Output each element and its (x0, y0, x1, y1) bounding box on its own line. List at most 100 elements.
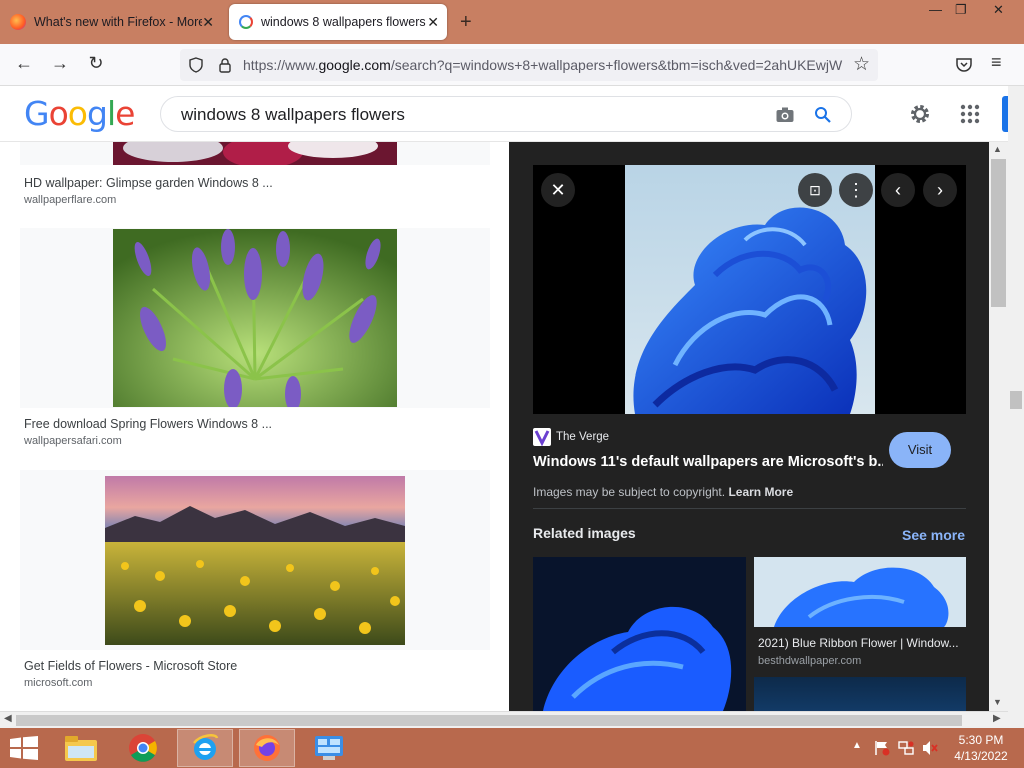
previous-image-icon[interactable]: ‹ (881, 173, 915, 207)
control-panel-icon (315, 736, 343, 760)
restore-button[interactable]: ❐ (955, 2, 967, 18)
related-source[interactable]: besthdwallpaper.com (758, 655, 861, 667)
windows-taskbar: ▲ 5:30 PM 4/13/2022 (0, 728, 1024, 768)
related-caption[interactable]: 2021) Blue Ribbon Flower | Window... (758, 636, 966, 650)
result-title[interactable]: Free download Spring Flowers Windows 8 .… (24, 417, 272, 431)
apps-grid-icon[interactable] (960, 104, 980, 124)
image-results-list: HD wallpaper: Glimpse garden Windows 8 .… (0, 142, 509, 711)
camera-icon[interactable] (775, 106, 795, 124)
related-image-1[interactable] (533, 557, 746, 711)
action-center-flag-icon[interactable] (874, 740, 890, 756)
bookmark-star-icon[interactable]: ☆ (853, 53, 870, 76)
address-bar[interactable]: https://www.google.com/search?q=windows+… (180, 49, 878, 81)
search-input[interactable]: windows 8 wallpapers flowers (181, 105, 405, 125)
minimize-button[interactable]: — (929, 2, 942, 17)
lens-search-icon[interactable]: ⊡ (798, 173, 832, 207)
folder-icon (65, 736, 97, 761)
shield-icon (189, 57, 203, 73)
sunflower-field-thumbnail-image (105, 476, 405, 645)
search-icon[interactable] (814, 106, 832, 124)
page-scroll-thumb[interactable] (1010, 391, 1022, 409)
result-thumbnail[interactable] (20, 228, 490, 408)
result-source[interactable]: microsoft.com (24, 677, 92, 689)
see-more-link[interactable]: See more (902, 527, 965, 543)
related-images-heading: Related images (533, 525, 636, 541)
result-source[interactable]: wallpaperflare.com (24, 194, 116, 206)
url-text: https://www.google.com/search?q=windows+… (243, 57, 847, 73)
tab-title: What's new with Firefox - More (34, 15, 203, 29)
logo-letter: l (106, 94, 116, 133)
taskbar-control-panel[interactable] (301, 729, 357, 767)
logo-letter: o (48, 94, 69, 133)
visit-button[interactable]: Visit (889, 432, 951, 468)
google-logo[interactable]: Google (24, 94, 135, 133)
preview-image-frame: ✕ ⊡ ⋮ ‹ › (533, 165, 966, 414)
image-preview-panel: ✕ ⊡ ⋮ ‹ › The Verge Windows 11's default… (509, 142, 989, 711)
result-thumbnail[interactable] (20, 142, 490, 165)
learn-more-link[interactable]: Learn More (728, 485, 793, 499)
scroll-down-arrow[interactable]: ▼ (993, 697, 1002, 707)
clock-time: 5:30 PM (958, 733, 1004, 747)
close-tab-icon[interactable]: ✕ (427, 14, 439, 31)
system-clock[interactable]: 5:30 PM 4/13/2022 (944, 732, 1018, 764)
h-scroll-thumb[interactable] (16, 715, 962, 726)
horizontal-scrollbar[interactable]: ◀ ▶ (0, 711, 1008, 728)
result-title[interactable]: Get Fields of Flowers - Microsoft Store (24, 659, 237, 673)
forward-arrow-icon[interactable]: → (48, 53, 72, 74)
new-tab-button[interactable]: + (460, 11, 472, 34)
logo-letter: e (115, 94, 135, 133)
settings-gear-icon[interactable] (908, 102, 932, 126)
screen: What's new with Firefox - More ✕ windows… (0, 0, 1024, 768)
google-header: Google windows 8 wallpapers flowers (0, 86, 1008, 142)
panel-scrollbar[interactable]: ▲ ▼ (989, 142, 1008, 711)
next-image-icon[interactable]: › (923, 173, 957, 207)
volume-muted-icon[interactable] (922, 740, 938, 756)
tab-title: windows 8 wallpapers flowers - (261, 15, 426, 29)
more-options-icon[interactable]: ⋮ (839, 173, 873, 207)
back-arrow-icon[interactable]: ← (12, 53, 36, 74)
lock-icon (219, 58, 231, 73)
tab-firefox-whats-new[interactable]: What's new with Firefox - More ✕ (0, 0, 222, 44)
tab-google-search[interactable]: windows 8 wallpapers flowers - ✕ (229, 4, 447, 40)
related-image-3[interactable] (754, 677, 966, 711)
result-source[interactable]: wallpapersafari.com (24, 435, 122, 447)
firefox-icon (10, 14, 26, 30)
scroll-left-arrow[interactable]: ◀ (4, 713, 12, 724)
blue-ribbon-flower-image[interactable] (625, 165, 875, 414)
result-thumbnail[interactable] (20, 470, 490, 650)
logo-letter: o (67, 94, 88, 133)
taskbar-file-explorer[interactable] (53, 729, 109, 767)
flower-thumbnail-image (113, 142, 397, 165)
show-hidden-icons[interactable]: ▲ (852, 740, 862, 751)
close-tab-icon[interactable]: ✕ (202, 14, 214, 31)
close-window-button[interactable]: ✕ (993, 2, 1004, 18)
related-image-2[interactable] (754, 557, 966, 627)
scroll-right-arrow[interactable]: ▶ (993, 713, 1001, 724)
site-name[interactable]: The Verge (556, 431, 609, 443)
menu-icon[interactable]: ≡ (991, 52, 1002, 73)
scroll-thumb[interactable] (991, 159, 1006, 307)
reload-icon[interactable]: ↻ (84, 53, 108, 74)
result-title[interactable]: HD wallpaper: Glimpse garden Windows 8 .… (24, 176, 273, 190)
url-domain: google.com (318, 57, 391, 73)
windows-start-icon[interactable] (10, 736, 38, 760)
taskbar-firefox[interactable] (239, 729, 295, 767)
clock-date: 4/13/2022 (954, 749, 1008, 763)
taskbar-internet-explorer[interactable] (177, 729, 233, 767)
internet-explorer-icon (193, 734, 219, 760)
scroll-up-arrow[interactable]: ▲ (993, 144, 1002, 154)
network-icon[interactable] (898, 740, 914, 756)
copyright-text: Images may be subject to copyright. (533, 485, 726, 499)
search-box[interactable]: windows 8 wallpapers flowers (160, 96, 852, 132)
page-scrollbar[interactable] (1008, 86, 1024, 728)
google-icon (239, 15, 253, 29)
firefox-icon (254, 735, 280, 761)
pocket-icon[interactable] (955, 56, 973, 74)
divider (533, 508, 966, 509)
tab-bar: What's new with Firefox - More ✕ windows… (0, 0, 1024, 44)
preview-title[interactable]: Windows 11's default wallpapers are Micr… (533, 454, 883, 470)
taskbar-chrome[interactable] (115, 729, 171, 767)
close-preview-icon[interactable]: ✕ (541, 173, 575, 207)
url-prefix: https://www. (243, 57, 319, 73)
verge-logo-icon (534, 430, 550, 447)
